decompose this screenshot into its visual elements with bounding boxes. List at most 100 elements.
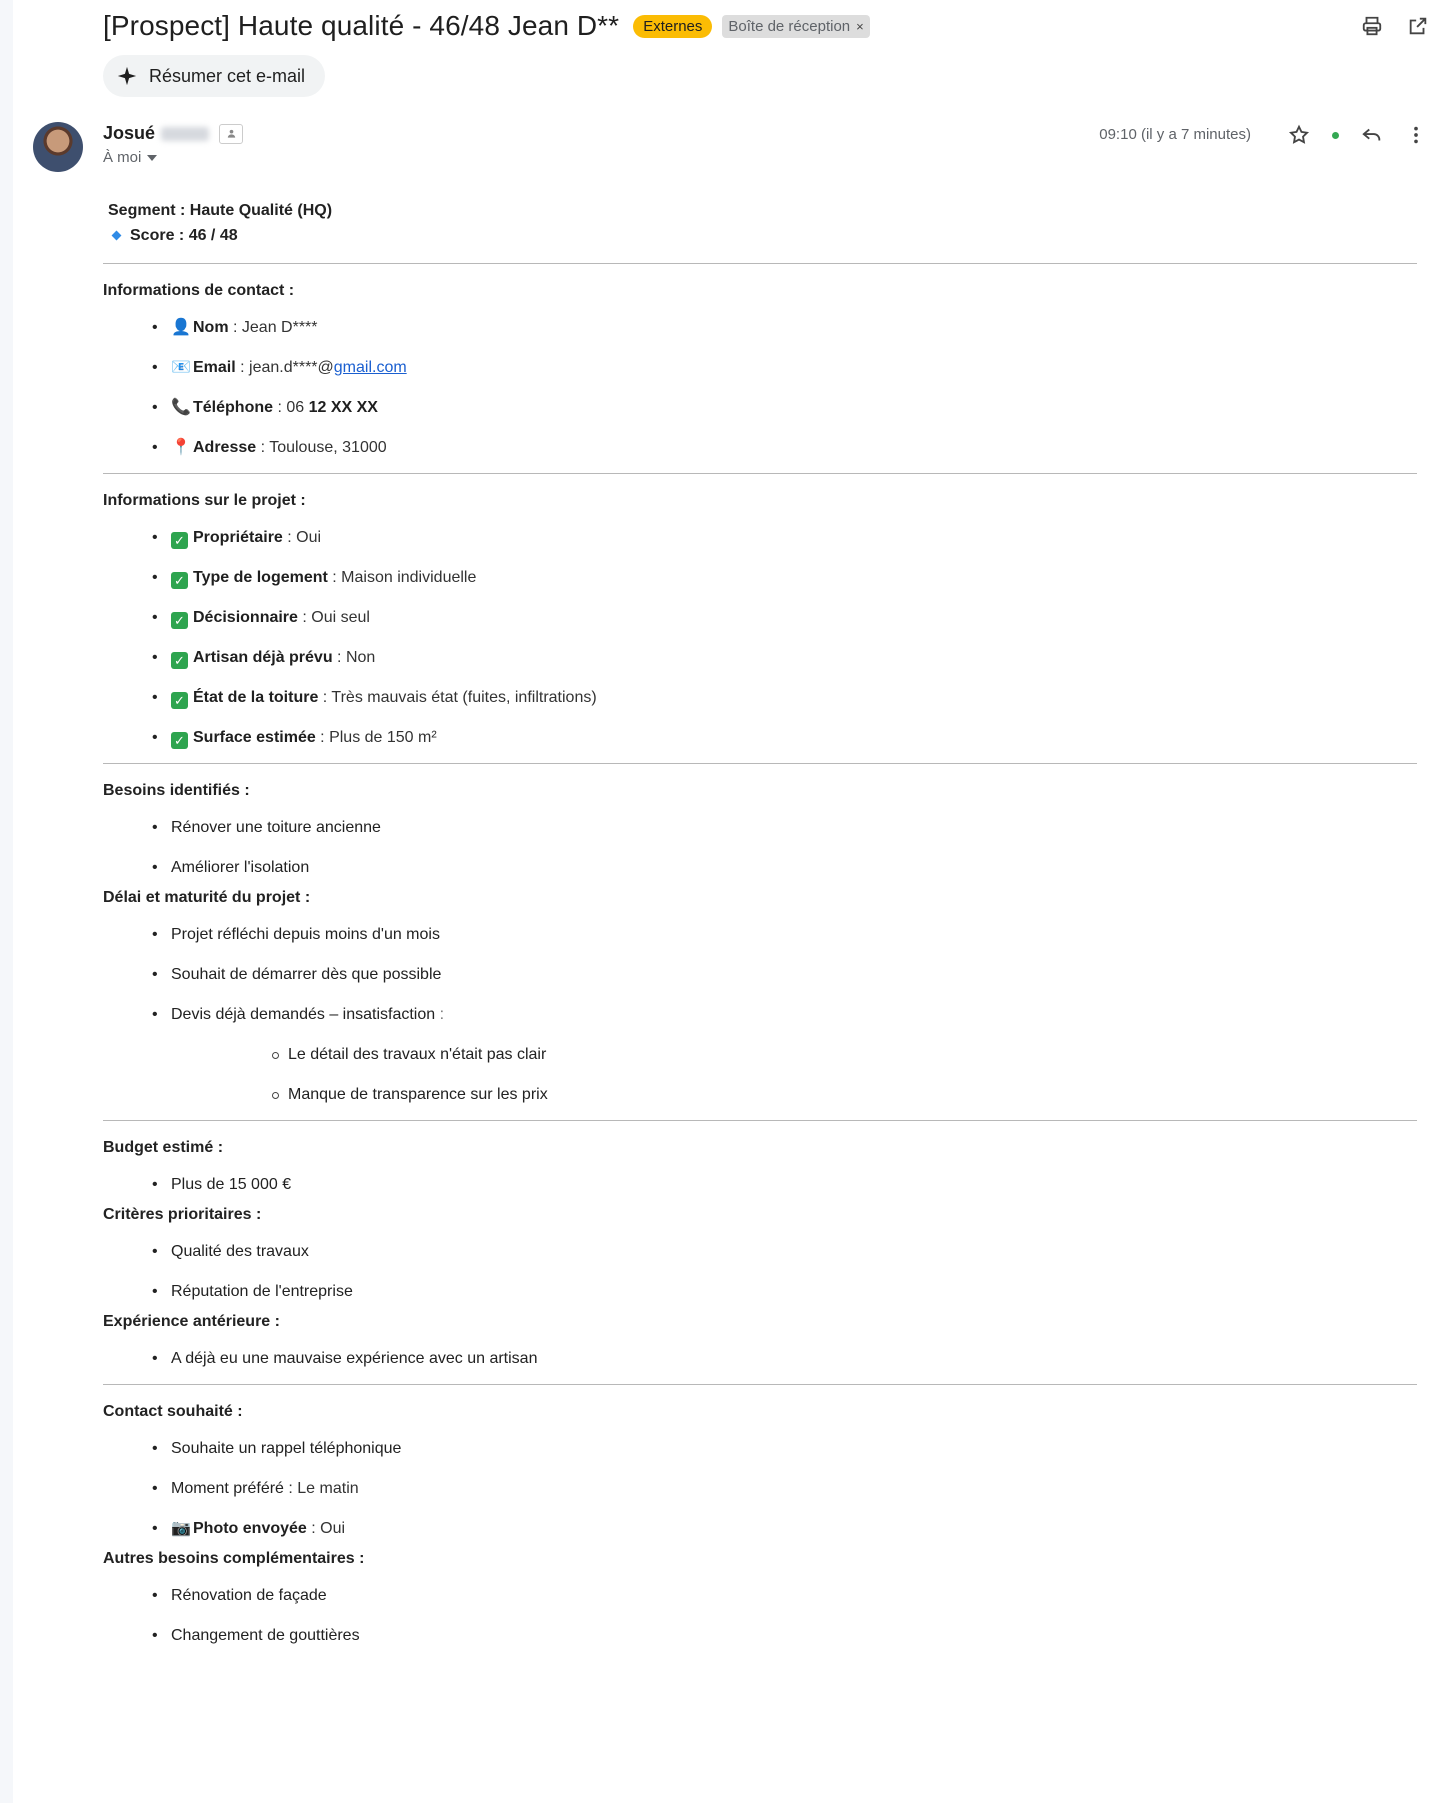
timing-heading: Délai et maturité du projet : [103, 889, 311, 906]
summarize-label: Résumer cet e-mail [149, 65, 306, 86]
email-view: [Prospect] Haute qualité - 46/48 Jean D*… [0, 0, 1452, 1803]
item-key: Adresse [193, 439, 257, 456]
list-item: Qualité des travaux [103, 1232, 1417, 1272]
sub-list-item: Manque de transparence sur les prix [103, 1075, 1417, 1115]
contact-list: 👤Nom : Jean D**** 📧Email : jean.d****@gm… [103, 308, 1417, 468]
project-list: ✓ Propriétaire : Oui ✓ Type de logement : … [103, 518, 1417, 758]
check-icon: ✓ [171, 572, 188, 589]
contact-icon[interactable] [219, 123, 244, 144]
chevron-down-icon [147, 154, 158, 161]
check-icon: ✓ [171, 652, 188, 669]
other-heading: Autres besoins complémentaires : [103, 1550, 365, 1567]
check-icon: ✓ [171, 692, 188, 709]
label-externes[interactable]: Externes [633, 14, 713, 38]
diamond-icon [111, 230, 122, 241]
label-inbox[interactable]: Boîte de réception × [722, 14, 870, 38]
phone-icon: 📞 [171, 399, 191, 416]
score-text: Score : 46 / 48 [130, 227, 238, 244]
item-key: Propriétaire [193, 529, 283, 546]
list-item: 📞Téléphone : 06 12 XX XX [103, 388, 1417, 428]
item-value: : Toulouse, 31000 [256, 439, 387, 456]
item-suffix: : [435, 1006, 445, 1023]
list-item: ✓ Type de logement : Maison individuelle [103, 558, 1417, 598]
sender-last-name-blurred [161, 126, 210, 141]
item-value: : Très mauvais état (fuites, infiltratio… [318, 689, 597, 706]
item-key: État de la toiture [193, 689, 319, 706]
item-key: Téléphone [193, 399, 274, 416]
item-key: Photo envoyée [193, 1520, 307, 1537]
experience-list: A déjà eu une mauvaise expérience avec u… [103, 1339, 1417, 1379]
more-vert-icon[interactable] [1405, 124, 1427, 146]
sub-list-item: Le détail des travaux n'était pas clair [103, 1035, 1417, 1075]
item-key: Surface estimée [193, 729, 316, 746]
item-text: Moment préféré [171, 1480, 284, 1497]
list-item: ✓ Propriétaire : Oui [103, 518, 1417, 558]
recipient-text: À moi [103, 149, 142, 166]
person-icon: 👤 [171, 319, 191, 336]
list-item: 📍Adresse : Toulouse, 31000 [103, 428, 1417, 468]
list-item: ✓ Surface estimée : Plus de 150 m² [103, 718, 1417, 758]
email-icon: 📧 [171, 359, 191, 376]
item-value: : Jean D**** [228, 319, 318, 336]
check-icon: ✓ [171, 612, 188, 629]
item-value: : Maison individuelle [327, 569, 477, 586]
item-value: : Plus de 150 m² [315, 729, 437, 746]
open-new-window-icon[interactable] [1404, 12, 1432, 40]
label-inbox-text: Boîte de réception [728, 17, 851, 35]
message-actions [1288, 124, 1427, 146]
email-link[interactable]: gmail.com [334, 359, 407, 376]
subject-row: [Prospect] Haute qualité - 46/48 Jean D*… [103, 6, 870, 46]
list-item: Changement de gouttières [103, 1616, 1417, 1656]
budget-heading: Budget estimé : [103, 1139, 224, 1156]
item-key: Nom [193, 319, 229, 336]
experience-heading: Expérience antérieure : [103, 1313, 280, 1330]
thread-actions [1358, 12, 1432, 40]
list-item: Rénovation de façade [103, 1576, 1417, 1616]
item-text: Devis déjà demandés – insatisfaction [171, 1006, 436, 1023]
item-key: Décisionnaire [193, 609, 298, 626]
contact-wish-list: Souhaite un rappel téléphonique Moment p… [103, 1429, 1417, 1549]
list-item: ✓ État de la toiture : Très mauvais état … [103, 678, 1417, 718]
remove-label-icon[interactable]: × [856, 19, 864, 34]
star-icon[interactable] [1288, 124, 1310, 146]
other-list: Rénovation de façade Changement de goutt… [103, 1576, 1417, 1656]
segment-line: Segment : Haute Qualité (HQ) [108, 202, 333, 219]
sparkle-icon [117, 66, 137, 86]
project-heading: Informations sur le projet : [103, 492, 306, 509]
timing-list: Projet réfléchi depuis moins d'un mois S… [103, 915, 1417, 1115]
list-item: Devis déjà demandés – insatisfaction : [103, 995, 1417, 1035]
check-icon: ✓ [171, 532, 188, 549]
camera-icon: 📷 [171, 1520, 191, 1537]
left-edge [0, 0, 13, 1803]
list-item: 📧Email : jean.d****@gmail.com [103, 348, 1417, 388]
list-item: Souhait de démarrer dès que possible [103, 955, 1417, 995]
list-item: 📷Photo envoyée : Oui [103, 1509, 1417, 1549]
list-item: Plus de 15 000 € [103, 1165, 1417, 1205]
list-item: 👤Nom : Jean D**** [103, 308, 1417, 348]
list-item: Projet réfléchi depuis moins d'un mois [103, 915, 1417, 955]
email-body: Segment : Haute Qualité (HQ) Score : 46 … [103, 198, 1417, 1656]
budget-list: Plus de 15 000 € [103, 1165, 1417, 1205]
presence-indicator [1332, 131, 1339, 139]
sender[interactable]: Josué [103, 123, 244, 144]
reply-icon[interactable] [1361, 124, 1383, 146]
list-item: Souhaite un rappel téléphonique [103, 1429, 1417, 1469]
item-key: Email [193, 359, 236, 376]
contact-wish-heading: Contact souhaité : [103, 1403, 243, 1420]
recipients[interactable]: À moi [103, 149, 158, 166]
summarize-button[interactable]: Résumer cet e-mail [103, 55, 326, 97]
needs-heading: Besoins identifiés : [103, 782, 250, 799]
item-value: : Non [332, 649, 376, 666]
list-item: ✓ Décisionnaire : Oui seul [103, 598, 1417, 638]
sender-name: Josué [103, 123, 156, 143]
list-item: Moment préféré : Le matin [103, 1469, 1417, 1509]
needs-list: Rénover une toiture ancienne Améliorer l… [103, 808, 1417, 888]
sender-avatar[interactable] [33, 122, 83, 172]
item-value: : Oui [282, 529, 322, 546]
list-item: Améliorer l'isolation [103, 848, 1417, 888]
email-time: 09:10 (il y a 7 minutes) [1099, 126, 1251, 143]
criteria-list: Qualité des travaux Réputation de l'entr… [103, 1232, 1417, 1312]
score-line: Score : 46 / 48 [108, 223, 1417, 248]
item-key: Type de logement [193, 569, 328, 586]
print-icon[interactable] [1358, 12, 1386, 40]
